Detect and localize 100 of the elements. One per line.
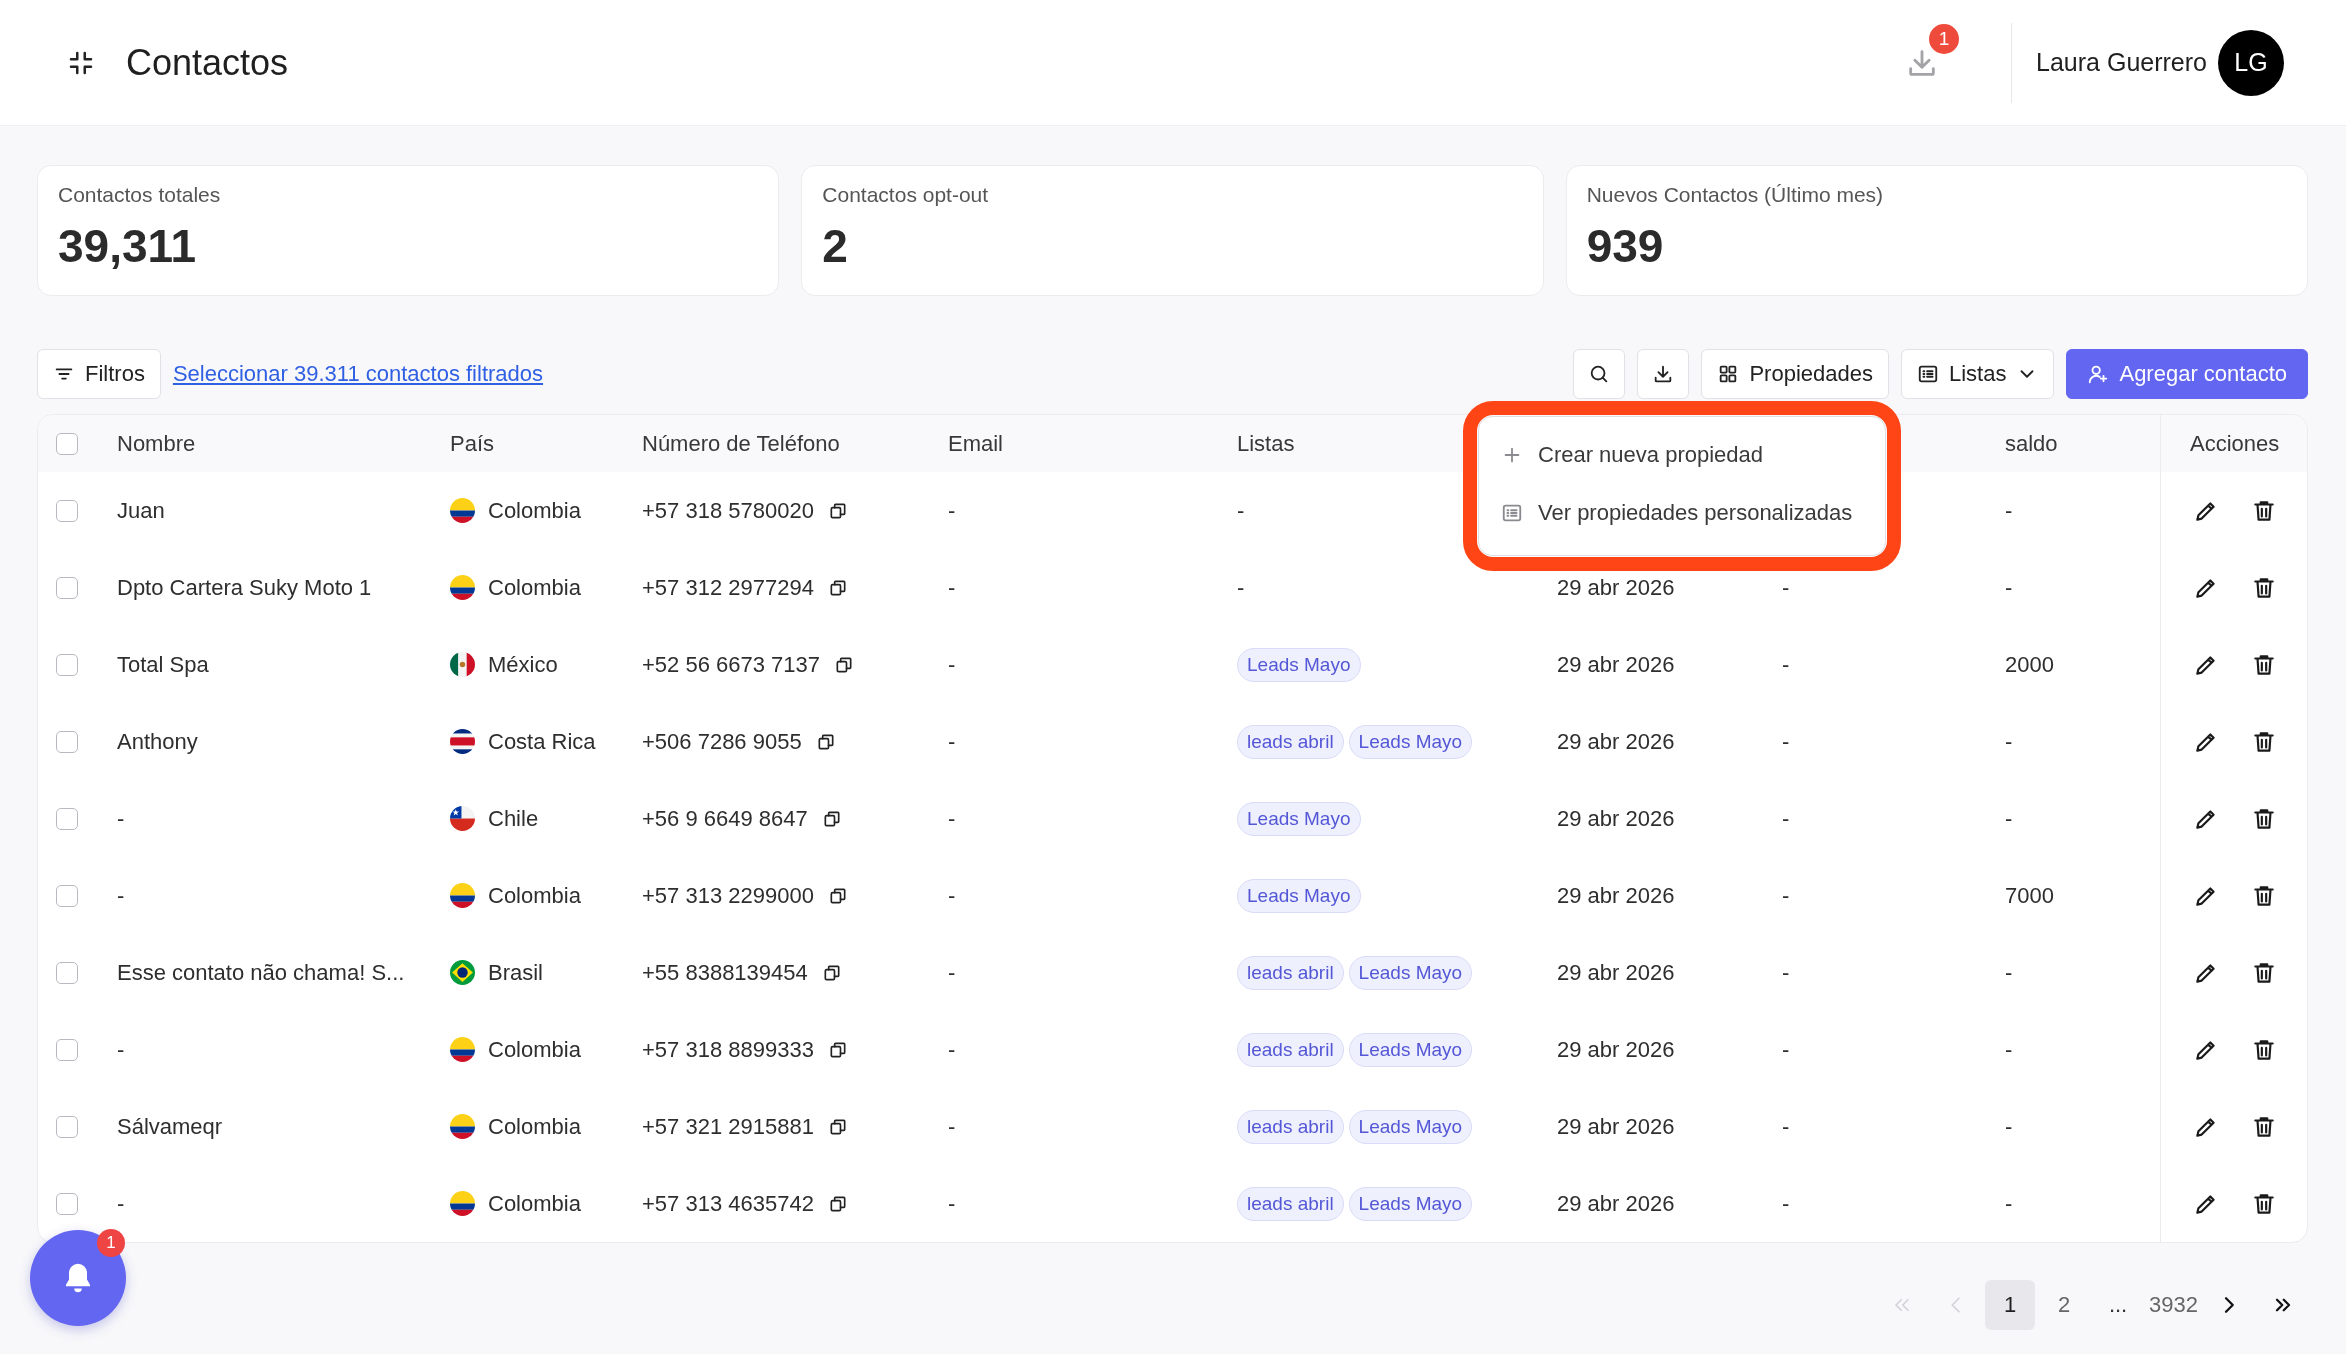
user-plus-icon	[2087, 363, 2110, 385]
country-name: Colombia	[488, 1190, 581, 1217]
date-cell: 29 abr 2026	[1557, 1190, 1675, 1217]
checkbox[interactable]	[56, 1115, 78, 1138]
list-icon	[1501, 502, 1523, 524]
properties-button[interactable]: Propiedades	[1701, 349, 1889, 399]
saldo-cell: -	[2005, 1190, 2013, 1217]
filter-button[interactable]: Filtros	[37, 349, 161, 399]
country-name: Brasil	[488, 959, 543, 986]
menu-item[interactable]: Crear nueva propiedad	[1479, 426, 1885, 484]
flag-icon	[450, 1037, 475, 1062]
checkbox[interactable]	[56, 653, 78, 676]
table-cell: -	[1782, 1113, 1790, 1140]
checkbox[interactable]	[56, 884, 78, 907]
page-button[interactable]: 3932	[2147, 1280, 2200, 1330]
checkbox[interactable]	[56, 576, 78, 599]
contact-name: Sálvameqr	[117, 1113, 223, 1140]
user-avatar[interactable]: LG	[2218, 29, 2284, 96]
contact-name: Esse contato não chama! S...	[117, 959, 405, 986]
table-cell: -	[1782, 651, 1790, 678]
column-header: País	[450, 430, 495, 457]
stat-label: Contactos opt-out	[822, 183, 989, 207]
flag-icon	[450, 806, 475, 831]
column-header: Nombre	[117, 430, 196, 457]
list-tag: Leads Mayo	[1348, 1186, 1473, 1221]
email-cell: -	[948, 574, 956, 601]
download-button[interactable]	[1637, 349, 1690, 399]
checkbox[interactable]	[56, 1038, 78, 1061]
table-cell: -	[1782, 882, 1790, 909]
country-name: Chile	[488, 805, 539, 832]
list-tag: leads abril	[1237, 1032, 1344, 1067]
menu-item[interactable]: Ver propiedades personalizadas	[1479, 484, 1885, 542]
page-title: Contactos	[126, 41, 289, 84]
saldo-cell: 2000	[2005, 651, 2054, 678]
saldo-cell: -	[2005, 1036, 2013, 1063]
saldo-cell: -	[2005, 574, 2013, 601]
table-cell: -	[1782, 1190, 1790, 1217]
flag-icon	[450, 498, 475, 523]
email-cell: -	[948, 882, 956, 909]
checkbox[interactable]	[56, 432, 78, 455]
email-cell: -	[948, 1036, 956, 1063]
contact-name: Juan	[117, 497, 165, 524]
flag-icon	[450, 1114, 475, 1139]
page-button[interactable]: 1	[1985, 1280, 2036, 1330]
column-header: Listas	[1237, 430, 1295, 457]
country-name: México	[488, 651, 558, 678]
date-cell: 29 abr 2026	[1557, 1036, 1675, 1063]
table-cell: -	[1237, 497, 1245, 524]
stat-value: 939	[1586, 219, 1664, 273]
checkbox[interactable]	[56, 807, 78, 830]
list-tag: Leads Mayo	[1348, 724, 1473, 759]
phone-number: +57 321 2915881	[642, 1113, 814, 1140]
phone-number: +55 8388139454	[642, 959, 808, 986]
table-cell: -	[1782, 728, 1790, 755]
table-cell: -	[1782, 805, 1790, 832]
list-tag: leads abril	[1237, 724, 1344, 759]
checkbox[interactable]	[56, 730, 78, 753]
checkbox[interactable]	[56, 1192, 78, 1215]
flag-icon	[450, 960, 475, 985]
country-name: Colombia	[488, 1036, 581, 1063]
list-tag: Leads Mayo	[1348, 955, 1473, 990]
checkbox[interactable]	[56, 499, 78, 522]
table-cell: -	[1782, 959, 1790, 986]
page-button[interactable]: 2	[2039, 1280, 2090, 1330]
phone-number: +56 9 6649 8647	[642, 805, 808, 832]
notification-button[interactable]	[30, 1230, 126, 1326]
list-tag: Leads Mayo	[1237, 878, 1361, 913]
select-filtered-link[interactable]: Seleccionar 39.311 contactos filtrados	[172, 361, 544, 387]
search-button[interactable]	[1573, 349, 1626, 399]
date-cell: 29 abr 2026	[1557, 805, 1675, 832]
flag-icon	[450, 652, 475, 677]
column-header: Número de Teléfono	[642, 430, 840, 457]
email-cell: -	[948, 959, 956, 986]
contact-name: Dpto Cartera Suky Moto 1	[117, 574, 372, 601]
email-cell: -	[948, 1113, 956, 1140]
date-cell: 29 abr 2026	[1557, 959, 1675, 986]
add-contact-button[interactable]: Agregar contacto	[2066, 349, 2308, 399]
country-name: Costa Rica	[488, 728, 596, 755]
country-name: Colombia	[488, 882, 581, 909]
stat-value: 2	[822, 219, 848, 273]
list-tag: Leads Mayo	[1237, 801, 1361, 836]
saldo-cell: -	[2005, 959, 2013, 986]
flag-icon	[450, 575, 475, 600]
pagination-ellipsis: ...	[2107, 1291, 2129, 1319]
stat-label: Nuevos Contactos (Último mes)	[1586, 183, 1884, 207]
checkbox[interactable]	[56, 961, 78, 984]
notification-badge: 1	[1929, 23, 1960, 54]
user-name: Laura Guerrero	[2036, 48, 2207, 77]
list-tag: Leads Mayo	[1348, 1109, 1473, 1144]
phone-number: +57 318 5780020	[642, 497, 814, 524]
lists-button[interactable]: Listas	[1900, 349, 2055, 399]
list-tag: leads abril	[1237, 1186, 1344, 1221]
saldo-cell: -	[2005, 1113, 2013, 1140]
double-chevron-right-icon[interactable]	[2274, 1296, 2292, 1314]
column-header: saldo	[2005, 430, 2058, 457]
list-tag: Leads Mayo	[1237, 647, 1361, 682]
email-cell: -	[948, 1190, 956, 1217]
email-cell: -	[948, 728, 956, 755]
date-cell: 29 abr 2026	[1557, 882, 1675, 909]
list-tag: leads abril	[1237, 955, 1344, 990]
